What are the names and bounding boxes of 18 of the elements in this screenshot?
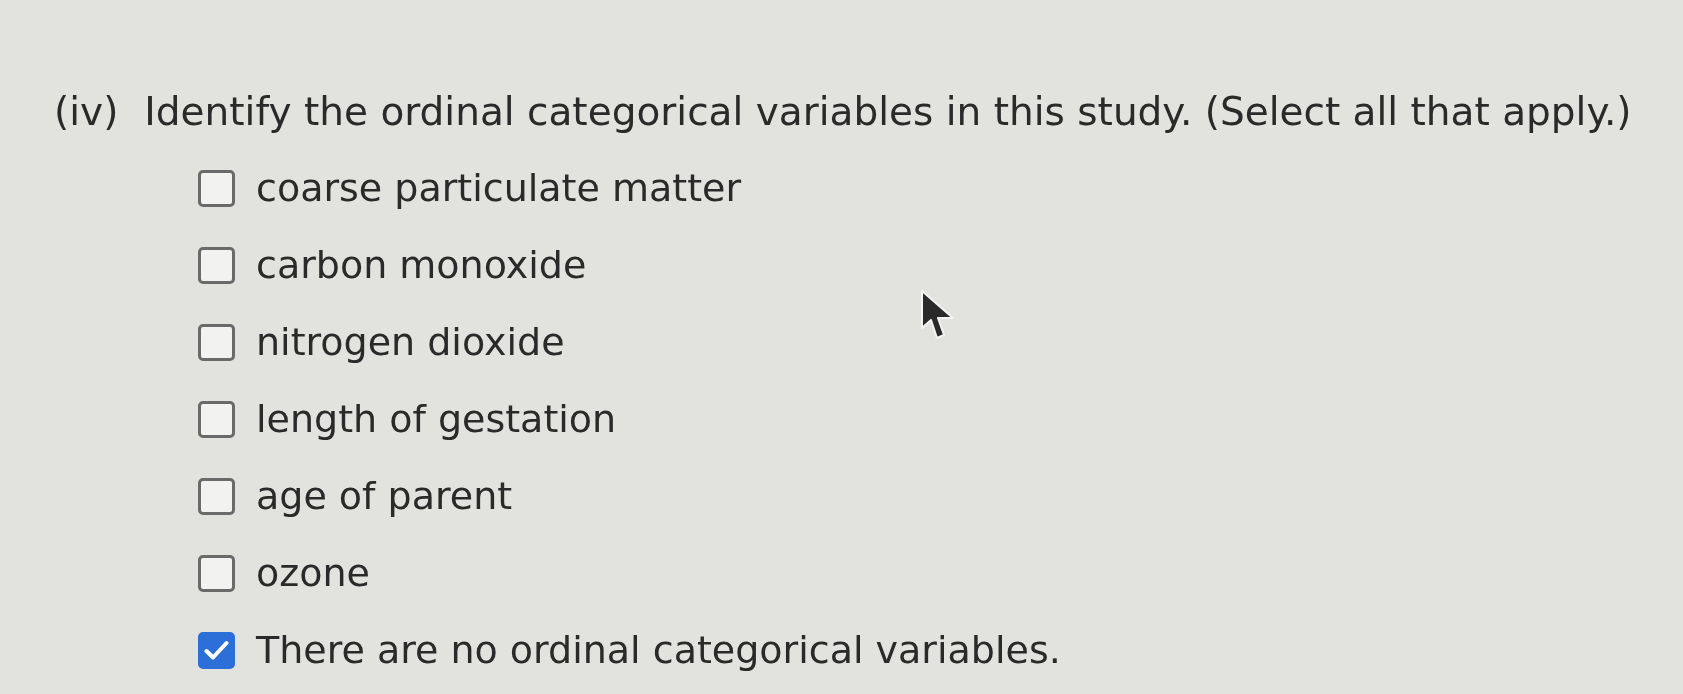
option-label[interactable]: There are no ordinal categorical variables.: [256, 627, 1061, 673]
question-number: (iv): [54, 89, 119, 135]
option-label[interactable]: ozone: [256, 550, 370, 596]
checkbox[interactable]: [198, 631, 235, 669]
checkbox[interactable]: [198, 477, 235, 515]
option-label[interactable]: length of gestation: [256, 396, 617, 442]
option-label[interactable]: carbon monoxide: [256, 242, 587, 288]
question-prompt: Identify the ordinal categorical variables in this study. (Select all that apply.): [144, 89, 1632, 135]
checkbox[interactable]: [198, 169, 235, 207]
mouse-pointer-icon: [921, 290, 955, 340]
option-label[interactable]: age of parent: [256, 473, 513, 519]
checkbox[interactable]: [198, 323, 235, 361]
checkbox[interactable]: [198, 246, 235, 284]
option-label[interactable]: coarse particulate matter: [256, 165, 742, 211]
checkmark-icon: [204, 639, 229, 661]
checkbox[interactable]: [198, 400, 235, 438]
checkbox[interactable]: [198, 554, 235, 592]
option-label[interactable]: nitrogen dioxide: [256, 319, 565, 365]
